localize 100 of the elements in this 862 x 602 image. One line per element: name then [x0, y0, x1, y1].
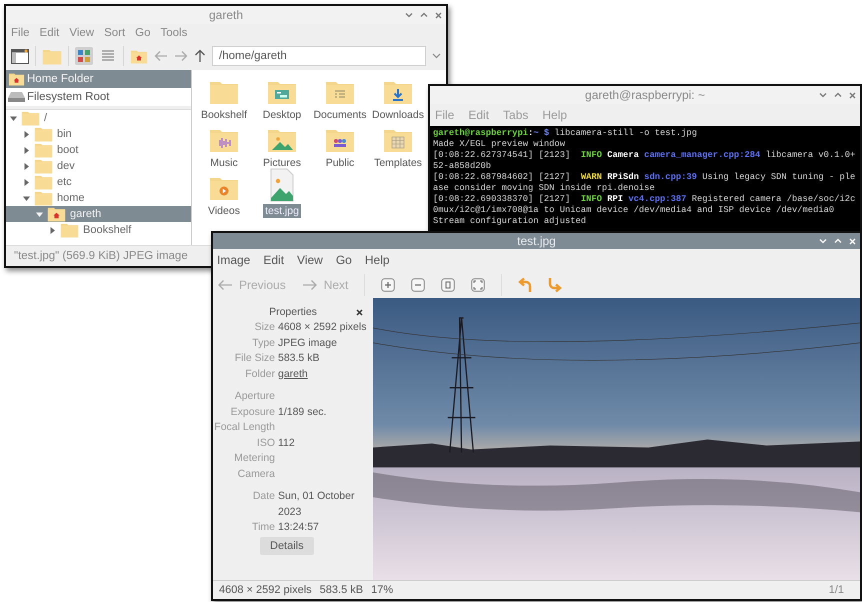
folder-icon	[33, 174, 54, 190]
property-label: Time	[251, 520, 275, 535]
folder-icon	[33, 158, 54, 174]
tree-item-label: bin	[57, 128, 72, 140]
tree-arrow-icon[interactable]	[23, 146, 30, 154]
tree-item[interactable]: /	[6, 110, 191, 126]
tree-arrow-icon[interactable]	[23, 178, 30, 186]
forward-arrow-icon[interactable]	[174, 50, 188, 62]
file-name[interactable]: Templates	[372, 156, 424, 170]
panel-title: Properties	[269, 306, 317, 318]
place-label: Home Folder	[27, 73, 94, 85]
drive-icon	[8, 91, 25, 103]
tree-arrow-icon[interactable]	[36, 210, 43, 218]
file-name[interactable]: Bookshelf	[198, 108, 250, 122]
minimize-icon[interactable]	[819, 92, 827, 98]
property-label: ISO	[256, 436, 275, 450]
file-name[interactable]: test.jpg	[263, 204, 301, 218]
property-label: File Size	[234, 351, 275, 366]
property-value: Sun, 01 October 2023	[278, 489, 356, 520]
zoom-out-icon[interactable]	[411, 278, 426, 292]
property-label: Size	[254, 320, 275, 335]
terminal-line: Stream configuration adjusted	[433, 216, 588, 227]
property-value: JPEG image	[278, 336, 338, 350]
back-arrow-icon[interactable]	[154, 50, 168, 62]
place-item[interactable]: Filesystem Root	[6, 88, 191, 106]
menu-item[interactable]: File	[11, 27, 30, 39]
tree-arrow-icon[interactable]	[10, 114, 17, 122]
status-text: "test.jpg" (569.9 KiB) JPEG image	[14, 250, 188, 262]
place-item[interactable]: Home Folder	[6, 70, 191, 88]
icon-view-button[interactable]	[75, 47, 93, 65]
menu-item[interactable]: Edit	[40, 27, 60, 39]
zoom-original-icon[interactable]	[441, 278, 456, 292]
menu-item[interactable]: Go	[135, 27, 151, 39]
file-name[interactable]: Desktop	[260, 108, 304, 122]
path-field[interactable]: /home/gareth	[212, 46, 426, 66]
back-arrow-icon	[217, 278, 233, 290]
property-value: 583.5 kB	[278, 351, 320, 366]
tree-item[interactable]: Bookshelf	[6, 222, 191, 238]
menu-item[interactable]: Help	[364, 253, 390, 267]
dropdown-icon[interactable]	[432, 53, 441, 59]
zoom-in-icon[interactable]	[381, 278, 396, 292]
minimize-icon[interactable]	[405, 12, 413, 18]
folder-link[interactable]: gareth	[278, 366, 373, 382]
maximize-icon[interactable]	[420, 12, 428, 18]
tree-arrow-icon[interactable]	[49, 226, 56, 234]
property-value: 13:24:57	[278, 520, 320, 535]
menu-item[interactable]: View	[297, 253, 323, 267]
terminal-line: Made X/EGL preview window	[433, 139, 566, 150]
menu-item[interactable]: Sort	[104, 27, 126, 39]
up-arrow-icon[interactable]	[194, 49, 206, 63]
tree-item[interactable]: home	[6, 190, 191, 206]
tree-item[interactable]: bin	[6, 126, 191, 142]
tree-item[interactable]: dev	[6, 158, 191, 174]
folder-icon	[59, 222, 80, 238]
menu-item[interactable]: Tools	[160, 27, 188, 39]
file-name[interactable]: Videos	[206, 204, 242, 218]
tree-item[interactable]: boot	[6, 142, 191, 158]
terminal-line: gareth@raspberrypi:~ $ libcamera-still -o test.jpg	[433, 128, 698, 139]
terminal-line: 0mux/i2c@1/imx708@1a to Unicam device /dev/media4 and ISP device /dev/media0	[433, 205, 836, 216]
property-value: 112	[278, 436, 296, 450]
window-title: gareth@raspberrypi: ~	[585, 88, 705, 102]
menu-item[interactable]: Image	[217, 253, 250, 267]
tree-arrow-icon[interactable]	[23, 130, 30, 138]
grid-icon	[77, 49, 91, 63]
close-icon[interactable]	[356, 309, 363, 316]
image-dimensions: 4608 × 2592 pixels	[219, 584, 312, 596]
property-label: Camera	[236, 466, 275, 482]
file-name[interactable]: Downloads	[370, 108, 426, 122]
maximize-icon[interactable]	[834, 92, 842, 98]
file-size: 583.5 kB	[320, 584, 364, 596]
menu-item[interactable]: Edit	[263, 253, 284, 267]
file-name[interactable]: Public	[324, 156, 356, 170]
home-folder-icon	[8, 72, 25, 86]
terminal-line: [0:08:22.627374541] [2123] INFO Camera camera_manager.cpp:284 libcamera v0.1.0+	[433, 150, 856, 161]
new-folder-icon	[42, 48, 62, 64]
tree-item-label: Bookshelf	[83, 224, 132, 236]
details-button[interactable]: Details	[260, 536, 314, 554]
tree-arrow-icon[interactable]	[23, 162, 30, 170]
folder-icon	[33, 142, 54, 158]
file-name[interactable]: Pictures	[261, 156, 303, 170]
property-label: Metering	[233, 451, 275, 466]
file-name[interactable]: Documents	[311, 108, 369, 122]
menu-item[interactable]: View	[69, 27, 94, 39]
fit-window-icon[interactable]	[471, 278, 486, 292]
tree-item-label: gareth	[70, 208, 102, 220]
menu-item[interactable]: Go	[336, 253, 352, 267]
folder-icon	[20, 110, 41, 126]
terminal-line: 52-a858d20b	[433, 161, 492, 172]
window-pane-icon[interactable]	[11, 48, 29, 64]
property-label: Focal Length	[213, 420, 275, 435]
tree-item[interactable]: gareth	[6, 206, 191, 222]
tree-arrow-icon[interactable]	[23, 194, 30, 202]
place-label: Filesystem Root	[27, 91, 110, 103]
tree-item[interactable]: etc	[6, 174, 191, 190]
terminal-line: ase consider moving SDN inside rpi.denoise	[433, 183, 656, 194]
property-label: Aperture	[234, 389, 275, 404]
file-name[interactable]: Music	[208, 156, 240, 170]
property-value: 1/189 sec.	[278, 404, 328, 420]
tree-item-label: etc	[57, 176, 72, 188]
window-title: test.jpg	[517, 234, 556, 248]
